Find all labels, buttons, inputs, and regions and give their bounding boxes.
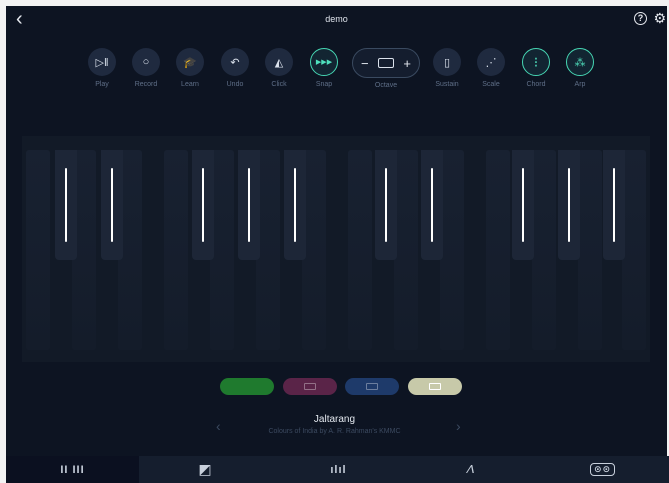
snap-button[interactable]: ▶▶▶ Snap <box>304 48 344 88</box>
tab-keyboard[interactable]: II III <box>6 456 139 483</box>
snap-icon: ▶▶▶ <box>310 48 338 76</box>
keyboard-mini-icon <box>429 383 441 390</box>
white-key[interactable] <box>164 150 188 350</box>
chord-button[interactable]: ⁝ Chord <box>516 48 556 88</box>
keyboard-mini-icon <box>366 383 378 390</box>
key-marker <box>202 168 204 242</box>
sustain-label: Sustain <box>435 81 459 88</box>
black-key[interactable] <box>238 150 260 260</box>
key-marker <box>522 168 524 242</box>
scale-icon: ⋰ <box>477 48 505 76</box>
octave-label: Octave <box>374 82 398 89</box>
undo-icon: ↶ <box>221 48 249 76</box>
scale-label: Scale <box>482 81 500 88</box>
white-key[interactable] <box>486 150 510 350</box>
white-key[interactable] <box>440 150 464 350</box>
play-label: Play <box>95 81 109 88</box>
undo-button[interactable]: ↶ Undo <box>215 48 255 88</box>
toolbar: ▷‖ Play ○ Record 🎓 Learn ↶ Undo ◭ Click … <box>0 48 669 96</box>
instrument-swatches <box>0 378 669 396</box>
tab-envelope[interactable]: ⁄\ <box>405 456 538 483</box>
white-key[interactable] <box>532 150 556 350</box>
envelope-icon: ⁄\ <box>468 463 475 476</box>
key-marker <box>111 168 113 242</box>
learn-button[interactable]: 🎓 Learn <box>170 48 210 88</box>
white-key[interactable] <box>578 150 602 350</box>
black-key[interactable] <box>55 150 77 260</box>
arp-icon: ⁂ <box>566 48 594 76</box>
black-key[interactable] <box>421 150 443 260</box>
octave-control: − + Octave <box>352 48 420 89</box>
octave-plus-button[interactable]: + <box>403 56 411 71</box>
record-icon: ○ <box>132 48 160 76</box>
mixer-icon: ılıl <box>330 463 347 476</box>
click-label: Click <box>271 81 287 88</box>
piano-keyboard[interactable] <box>22 136 650 362</box>
pad-icon: ◩ <box>198 461 213 477</box>
swatch-blue[interactable] <box>345 378 399 395</box>
song-subtitle: Colours of India by A. R. Rahman's KMMC <box>268 428 401 435</box>
metronome-icon: ◭ <box>265 48 293 76</box>
click-button[interactable]: ◭ Click <box>259 48 299 88</box>
swatch-sand[interactable] <box>408 378 462 395</box>
octave-stepper: − + <box>352 48 420 78</box>
record-label: Record <box>134 81 158 88</box>
scale-button[interactable]: ⋰ Scale <box>471 48 511 88</box>
keyboard-icon: II III <box>60 463 85 476</box>
question-circle-icon[interactable]: ? <box>634 12 647 25</box>
black-key[interactable] <box>603 150 625 260</box>
chord-icon: ⁝ <box>522 48 550 76</box>
octave-minus-button[interactable]: − <box>361 56 369 71</box>
white-key[interactable] <box>26 150 50 350</box>
tab-mixer[interactable]: ılıl <box>272 456 405 483</box>
black-key[interactable] <box>558 150 580 260</box>
swatch-magenta[interactable] <box>283 378 337 395</box>
sustain-button[interactable]: ▯ Sustain <box>427 48 467 88</box>
swatch-green[interactable] <box>220 378 274 395</box>
keyboard-mini-icon <box>304 383 316 390</box>
key-marker <box>294 168 296 242</box>
sustain-pedal-icon: ▯ <box>433 48 461 76</box>
white-key[interactable] <box>348 150 372 350</box>
tab-pads[interactable]: ◩ <box>139 456 272 483</box>
tab-tape[interactable]: ⊙⊙ <box>536 456 669 483</box>
key-marker <box>385 168 387 242</box>
undo-label: Undo <box>226 81 244 88</box>
key-marker <box>568 168 570 242</box>
song-info: Jaltarang Colours of India by A. R. Rahm… <box>0 414 669 435</box>
top-bar: ‹ demo ? ⚙ <box>6 6 667 34</box>
graduation-cap-icon: 🎓 <box>176 48 204 76</box>
key-marker <box>248 168 250 242</box>
next-song-icon[interactable]: › <box>456 418 461 434</box>
tape-icon: ⊙⊙ <box>589 463 616 476</box>
page-title: demo <box>325 14 348 24</box>
song-name: Jaltarang <box>313 414 356 425</box>
black-key[interactable] <box>101 150 123 260</box>
record-button[interactable]: ○ Record <box>126 48 166 88</box>
chord-label: Chord <box>526 81 546 88</box>
bottom-tab-bar: II III ◩ ılıl ⁄\ ⊙⊙ <box>6 456 669 483</box>
white-key[interactable] <box>394 150 418 350</box>
arp-label: Arp <box>574 81 586 88</box>
play-pause-icon: ▷‖ <box>88 48 116 76</box>
black-key[interactable] <box>512 150 534 260</box>
play-button[interactable]: ▷‖ Play <box>82 48 122 88</box>
learn-label: Learn <box>181 81 199 88</box>
snap-label: Snap <box>315 81 333 88</box>
gear-icon[interactable]: ⚙ <box>653 10 666 27</box>
keyboard-mini-icon <box>378 58 394 68</box>
key-marker <box>431 168 433 242</box>
black-key[interactable] <box>375 150 397 260</box>
key-marker <box>613 168 615 242</box>
white-key[interactable] <box>622 150 646 350</box>
black-key[interactable] <box>192 150 214 260</box>
key-marker <box>65 168 67 242</box>
black-key[interactable] <box>284 150 306 260</box>
arp-button[interactable]: ⁂ Arp <box>560 48 600 88</box>
